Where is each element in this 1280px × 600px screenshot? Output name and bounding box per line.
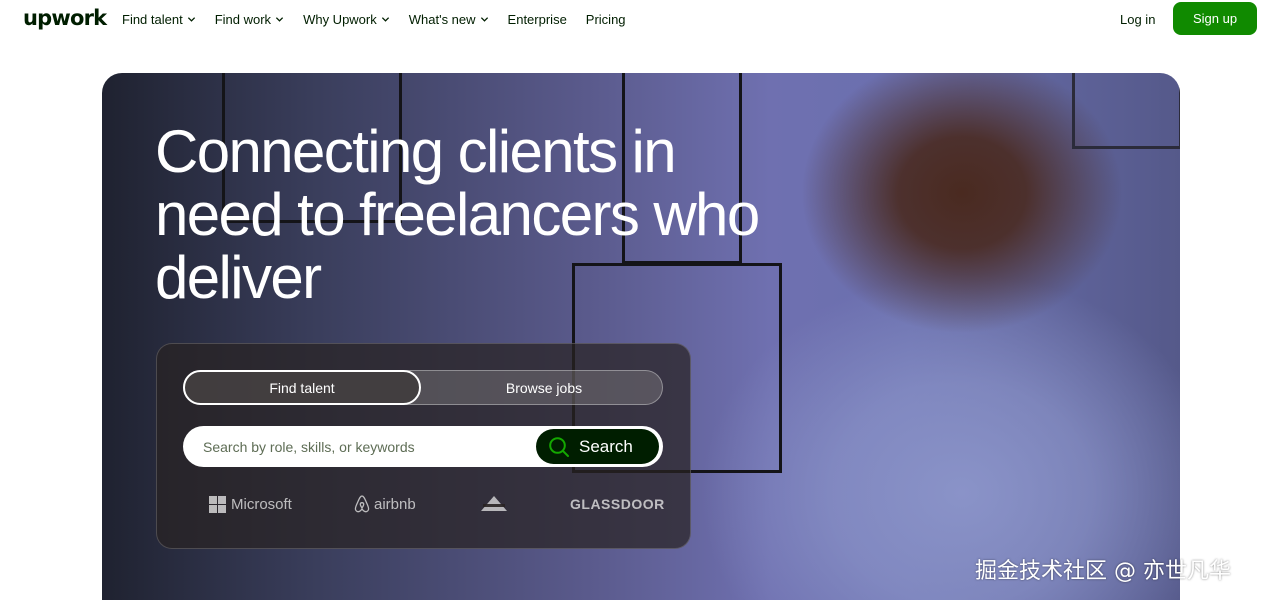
- bissell-logo: [479, 492, 509, 516]
- trusted-by-logos: Microsoft airbnb GLASSDOOR: [183, 492, 665, 516]
- menu-enterprise[interactable]: Enterprise: [508, 12, 567, 27]
- login-link[interactable]: Log in: [1120, 12, 1155, 27]
- chevron-down-icon: [480, 16, 488, 22]
- search-input[interactable]: [183, 426, 533, 467]
- menu-whats-new[interactable]: What's new: [409, 12, 489, 27]
- watermark-text: 掘金技术社区 @ 亦世凡华: [975, 559, 1231, 584]
- mode-toggle: Find talent Browse jobs: [183, 370, 663, 405]
- hero-title: Connecting clients in need to freelancer…: [155, 118, 760, 311]
- tab-browse-jobs[interactable]: Browse jobs: [424, 370, 664, 405]
- menu-pricing-label: Pricing: [585, 12, 626, 27]
- search-card: Find talent Browse jobs Search Microsoft: [156, 343, 691, 549]
- chevron-down-icon: [381, 16, 389, 22]
- menu-enterprise-label: Enterprise: [507, 12, 567, 27]
- menu-find-talent-label: Find talent: [122, 12, 183, 27]
- microsoft-logo: Microsoft: [209, 492, 292, 516]
- signup-button[interactable]: Sign up: [1173, 2, 1257, 35]
- airbnb-icon: [354, 495, 370, 513]
- menu-whats-new-label: What's new: [408, 12, 476, 27]
- search-icon: [549, 436, 569, 457]
- microsoft-windows-icon: [209, 495, 226, 513]
- main-menu: Find talent Find work Why Upwork What's …: [122, 12, 645, 27]
- menu-why-upwork-label: Why Upwork: [303, 12, 377, 27]
- glassdoor-logo: GLASSDOOR: [570, 492, 665, 516]
- search-button[interactable]: Search: [536, 429, 659, 464]
- menu-why-upwork[interactable]: Why Upwork: [303, 12, 390, 27]
- search-button-label: Search: [579, 436, 633, 456]
- menu-pricing[interactable]: Pricing: [586, 12, 626, 27]
- tab-find-talent[interactable]: Find talent: [183, 370, 421, 405]
- background-frame: [1072, 73, 1180, 149]
- menu-find-work-label: Find work: [214, 12, 272, 27]
- airbnb-logo: airbnb: [353, 492, 416, 516]
- microsoft-logo-text: Microsoft: [231, 495, 292, 513]
- upwork-logo[interactable]: upwork: [23, 6, 107, 30]
- menu-find-talent[interactable]: Find talent: [122, 12, 196, 27]
- top-navigation: upwork Find talent Find work Why Upwork …: [0, 0, 1280, 38]
- chevron-down-icon: [275, 16, 284, 22]
- airbnb-logo-text: airbnb: [374, 495, 416, 513]
- hero-banner: Connecting clients in need to freelancer…: [102, 73, 1180, 600]
- glassdoor-logo-text: GLASSDOOR: [570, 496, 665, 512]
- search-bar: Search: [183, 426, 663, 467]
- chevron-down-icon: [187, 16, 195, 22]
- menu-find-work[interactable]: Find work: [215, 12, 284, 27]
- bissell-mountain-icon: [481, 496, 507, 511]
